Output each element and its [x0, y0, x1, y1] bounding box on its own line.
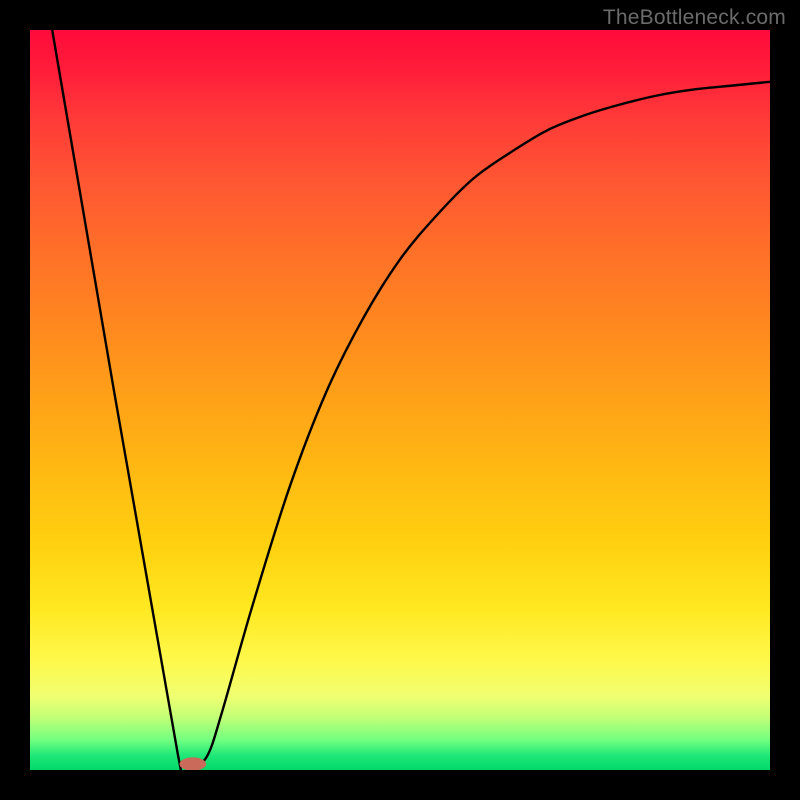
chart-frame: TheBottleneck.com [0, 0, 800, 800]
optimum-marker [179, 757, 206, 770]
watermark-text: TheBottleneck.com [603, 6, 786, 30]
marker-layer [30, 30, 770, 770]
plot-area [30, 30, 770, 770]
